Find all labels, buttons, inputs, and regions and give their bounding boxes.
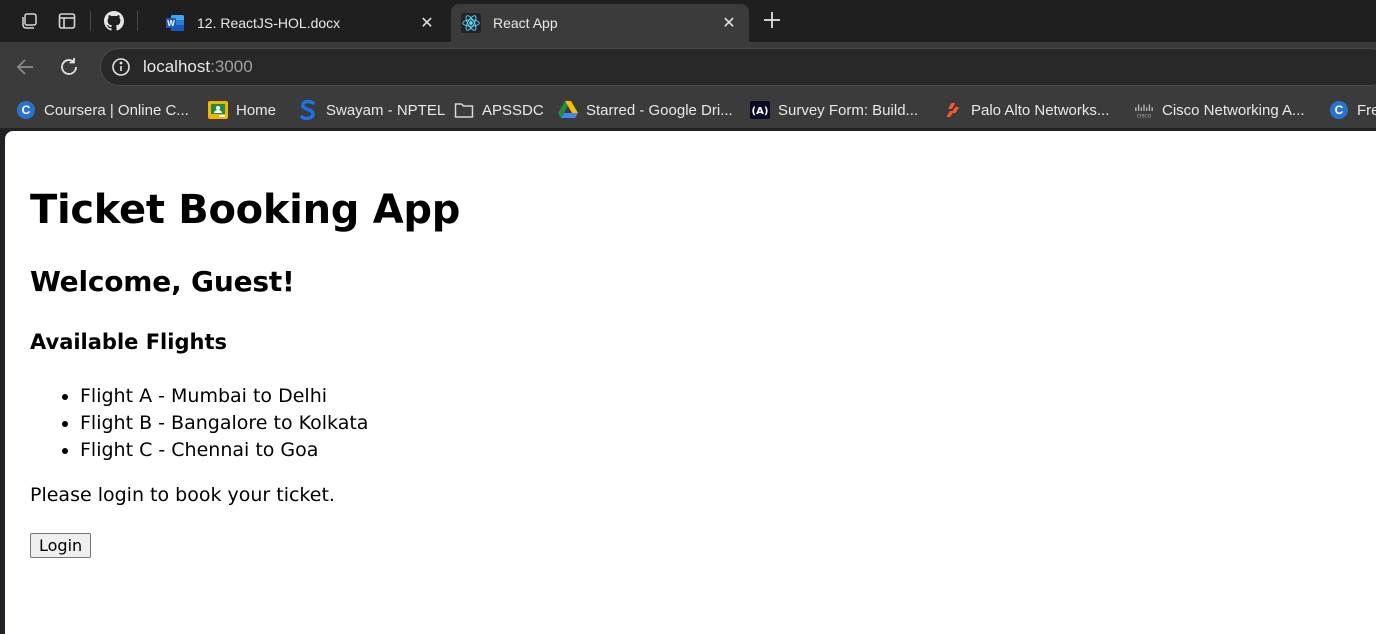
tab-title: React App — [493, 15, 558, 31]
bookmark-label: Swayam - NPTEL — [326, 101, 446, 119]
browser-toolbar: localhost:3000 — [0, 42, 1376, 92]
tab-title: 12. ReactJS-HOL.docx — [197, 15, 341, 31]
flight-item: Flight C - Chennai to Goa — [80, 437, 368, 464]
tab-strip-divider — [137, 11, 138, 31]
bookmark-google-drive[interactable]: Starred - Google Dri... — [552, 96, 739, 124]
bookmark-home[interactable]: Home — [202, 96, 282, 124]
word-icon: W — [165, 13, 185, 33]
github-icon[interactable] — [95, 0, 133, 42]
svg-text:C: C — [1335, 103, 1344, 117]
bookmark-coursera-2[interactable]: C Fre — [1323, 96, 1376, 124]
tab-react-app[interactable]: React App ✕ — [451, 4, 749, 42]
coursera-icon: C — [1329, 100, 1349, 120]
tab-word-document[interactable]: W 12. ReactJS-HOL.docx ✕ — [155, 4, 447, 42]
tab-strip: W 12. ReactJS-HOL.docx ✕ React App ✕ — [0, 0, 1376, 42]
bookmarks-bar: C Coursera | Online C... Home Swayam - N… — [0, 92, 1376, 128]
svg-text:C: C — [22, 103, 31, 117]
bookmark-apssdc[interactable]: APSSDC — [448, 96, 550, 124]
classroom-icon — [208, 100, 228, 120]
login-button[interactable]: Login — [30, 533, 92, 558]
tab-actions-icon[interactable] — [48, 0, 86, 42]
app-title: Ticket Booking App — [30, 187, 461, 233]
new-tab-icon[interactable] — [758, 6, 786, 34]
bookmark-label: APSSDC — [482, 101, 544, 119]
flights-heading: Available Flights — [30, 330, 227, 354]
folder-icon — [454, 100, 474, 120]
welcome-heading: Welcome, Guest! — [30, 265, 295, 298]
flight-list: Flight A - Mumbai to Delhi Flight B - Ba… — [40, 383, 368, 464]
site-info-icon[interactable] — [109, 55, 133, 79]
url-host: localhost — [143, 57, 211, 76]
close-tab-icon[interactable]: ✕ — [719, 13, 739, 33]
close-tab-icon[interactable]: ✕ — [417, 13, 437, 33]
url-port: :3000 — [210, 57, 253, 76]
bookmark-label: Survey Form: Build... — [778, 101, 919, 119]
workspaces-icon[interactable] — [10, 0, 48, 42]
bookmark-label: Home — [236, 101, 277, 119]
google-drive-icon — [558, 100, 578, 120]
bookmark-coursera[interactable]: C Coursera | Online C... — [10, 96, 195, 124]
svg-text:W: W — [167, 19, 175, 28]
bookmark-survey-form[interactable]: (A) Survey Form: Build... — [744, 96, 924, 124]
bookmark-label: Starred - Google Dri... — [586, 101, 733, 119]
paloalto-icon — [943, 100, 963, 120]
bookmark-label: Cisco Networking A... — [1162, 101, 1305, 119]
reload-icon[interactable] — [52, 50, 86, 84]
flight-item: Flight B - Bangalore to Kolkata — [80, 410, 368, 437]
react-icon — [461, 13, 481, 33]
bookmark-label: Fre — [1357, 101, 1376, 119]
page-viewport: Ticket Booking App Welcome, Guest! Avail… — [5, 131, 1376, 634]
address-bar[interactable]: localhost:3000 — [100, 48, 1376, 86]
bookmark-palo-alto[interactable]: Palo Alto Networks... — [937, 96, 1115, 124]
back-arrow-icon[interactable] — [8, 50, 42, 84]
url-text: localhost:3000 — [143, 57, 253, 77]
bookmark-label: Coursera | Online C... — [44, 101, 189, 119]
flight-item: Flight A - Mumbai to Delhi — [80, 383, 368, 410]
login-prompt: Please login to book your ticket. — [30, 484, 335, 506]
svg-text:CISCO: CISCO — [1137, 113, 1152, 119]
bookmark-label: Palo Alto Networks... — [971, 101, 1110, 119]
freecodecamp-icon: (A) — [750, 100, 770, 120]
swayam-icon — [298, 100, 318, 120]
bookmark-cisco[interactable]: CISCO Cisco Networking A... — [1128, 96, 1311, 124]
cisco-icon: CISCO — [1134, 100, 1154, 120]
tab-strip-divider — [90, 11, 91, 31]
svg-text:(A): (A) — [752, 106, 769, 117]
bookmark-swayam[interactable]: Swayam - NPTEL — [292, 96, 451, 124]
coursera-icon: C — [16, 100, 36, 120]
